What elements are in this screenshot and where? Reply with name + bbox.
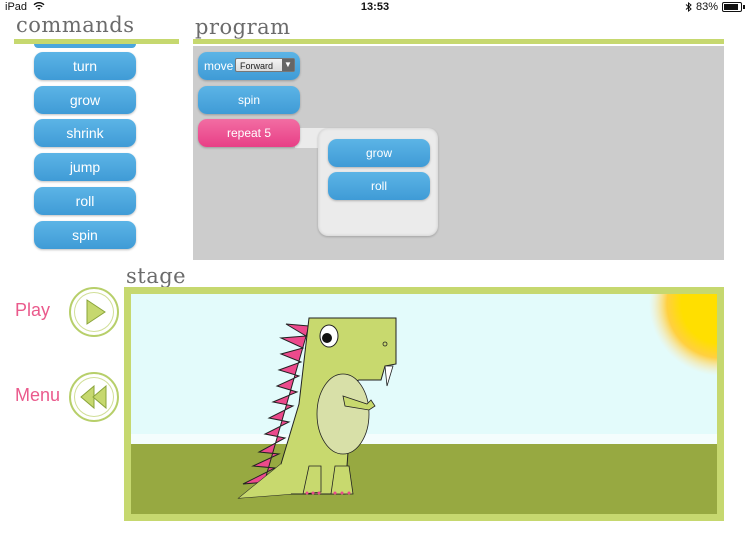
command-jump[interactable]: jump [34,153,136,181]
command-roll[interactable]: roll [34,187,136,215]
play-icon [86,299,106,325]
status-bar: iPad 13:53 83% [0,0,750,14]
stage-canvas[interactable] [131,294,717,514]
command-scrolled-partial[interactable] [34,44,136,48]
command-turn[interactable]: turn [34,52,136,80]
stage-frame [124,287,724,521]
program-title: program [195,15,291,39]
battery-icon [722,2,742,12]
command-grow[interactable]: grow [34,86,136,114]
move-direction-value: Forward [240,61,274,71]
dino-leg-right [330,465,354,495]
dino-belly [316,373,370,455]
stage-scene [131,294,717,514]
command-spin[interactable]: spin [34,221,136,249]
rewind-icon [80,384,107,410]
block-repeat[interactable]: repeat 5 [198,119,300,147]
battery-percent: 83% [695,1,718,13]
block-grow[interactable]: grow [328,139,430,167]
command-shrink[interactable]: shrink [34,119,136,147]
clock: 13:53 [360,1,390,13]
stage-title: stage [126,264,187,288]
chevron-down-icon: ▼ [282,59,294,71]
move-direction-select[interactable]: Forward ▼ [235,58,295,72]
sky [131,294,717,444]
grass [131,444,717,514]
block-spin[interactable]: spin [198,86,300,114]
menu-label[interactable]: Menu [15,385,60,406]
play-label[interactable]: Play [15,300,50,321]
program-underline [193,39,724,44]
battery-status: 83% [685,1,745,13]
block-move-label: move [204,59,234,73]
commands-title: commands [16,13,135,37]
play-button[interactable] [69,287,119,337]
block-roll[interactable]: roll [328,172,430,200]
menu-button[interactable] [69,372,119,422]
bluetooth-icon [685,2,692,12]
